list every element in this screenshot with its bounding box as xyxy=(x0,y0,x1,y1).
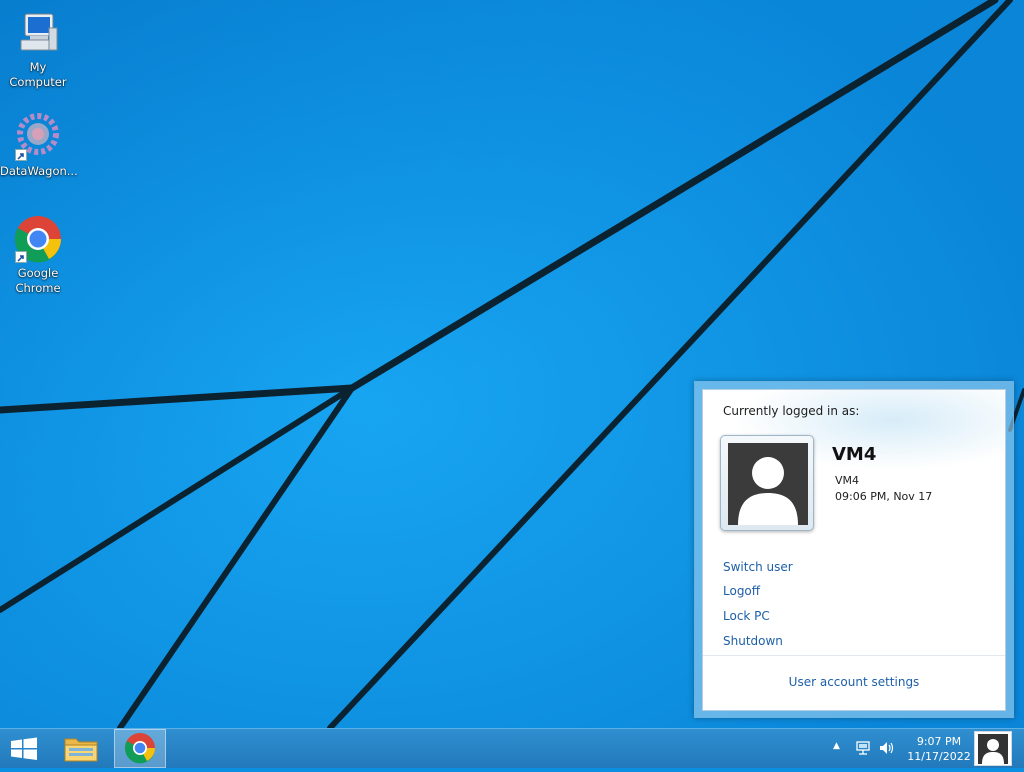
desktop-icon-label: DataWagon... xyxy=(0,164,78,178)
clock-time: 9:07 PM xyxy=(916,735,962,748)
desktop-icon-datawagon[interactable]: DataWagon... xyxy=(0,112,78,179)
chrome-icon xyxy=(13,214,63,264)
user-tray-button[interactable] xyxy=(974,731,1012,766)
desktop-icon-label: Google Chrome xyxy=(15,266,61,295)
gear-app-icon xyxy=(13,112,63,162)
computer-icon xyxy=(13,8,63,58)
popup-panel: Currently logged in as: VM4 VM4 09:06 PM… xyxy=(702,389,1006,711)
user-display-name: VM4 xyxy=(832,444,877,465)
user-account-name: VM4 xyxy=(835,474,860,487)
chrome-icon xyxy=(125,733,155,764)
user-silhouette-icon xyxy=(728,443,808,525)
taskbar: ▲ 9:07 PM 11/17/2022 xyxy=(0,728,1024,768)
taskbar-file-explorer[interactable] xyxy=(56,729,106,768)
network-icon[interactable] xyxy=(855,740,873,756)
clock-date: 11/17/2022 xyxy=(907,750,971,763)
start-button[interactable] xyxy=(0,729,48,768)
shortcut-arrow-icon xyxy=(15,149,27,161)
show-hidden-icons-chevron-icon[interactable]: ▲ xyxy=(833,741,845,753)
lock-pc-link[interactable]: Lock PC xyxy=(723,609,770,623)
switch-user-link[interactable]: Switch user xyxy=(723,560,793,574)
user-account-popup: Currently logged in as: VM4 VM4 09:06 PM… xyxy=(694,381,1014,718)
user-silhouette-icon xyxy=(978,734,1008,764)
desktop-icon-label: My Computer xyxy=(9,60,67,89)
clock[interactable]: 9:07 PM 11/17/2022 xyxy=(902,734,976,764)
windows-logo-icon xyxy=(11,737,37,760)
avatar[interactable] xyxy=(720,435,814,531)
divider xyxy=(703,655,1005,656)
user-account-settings-link[interactable]: User account settings xyxy=(703,675,1005,689)
shortcut-arrow-icon xyxy=(15,251,27,263)
desktop-icon-my-computer[interactable]: My Computer xyxy=(0,8,76,90)
logon-time: 09:06 PM, Nov 17 xyxy=(835,490,933,503)
logged-in-label: Currently logged in as: xyxy=(723,404,860,418)
folder-icon xyxy=(64,738,98,762)
volume-icon[interactable] xyxy=(878,740,896,756)
taskbar-google-chrome[interactable] xyxy=(114,729,166,768)
desktop-icon-google-chrome[interactable]: Google Chrome xyxy=(0,214,76,296)
shutdown-link[interactable]: Shutdown xyxy=(723,634,783,648)
logoff-link[interactable]: Logoff xyxy=(723,584,760,598)
